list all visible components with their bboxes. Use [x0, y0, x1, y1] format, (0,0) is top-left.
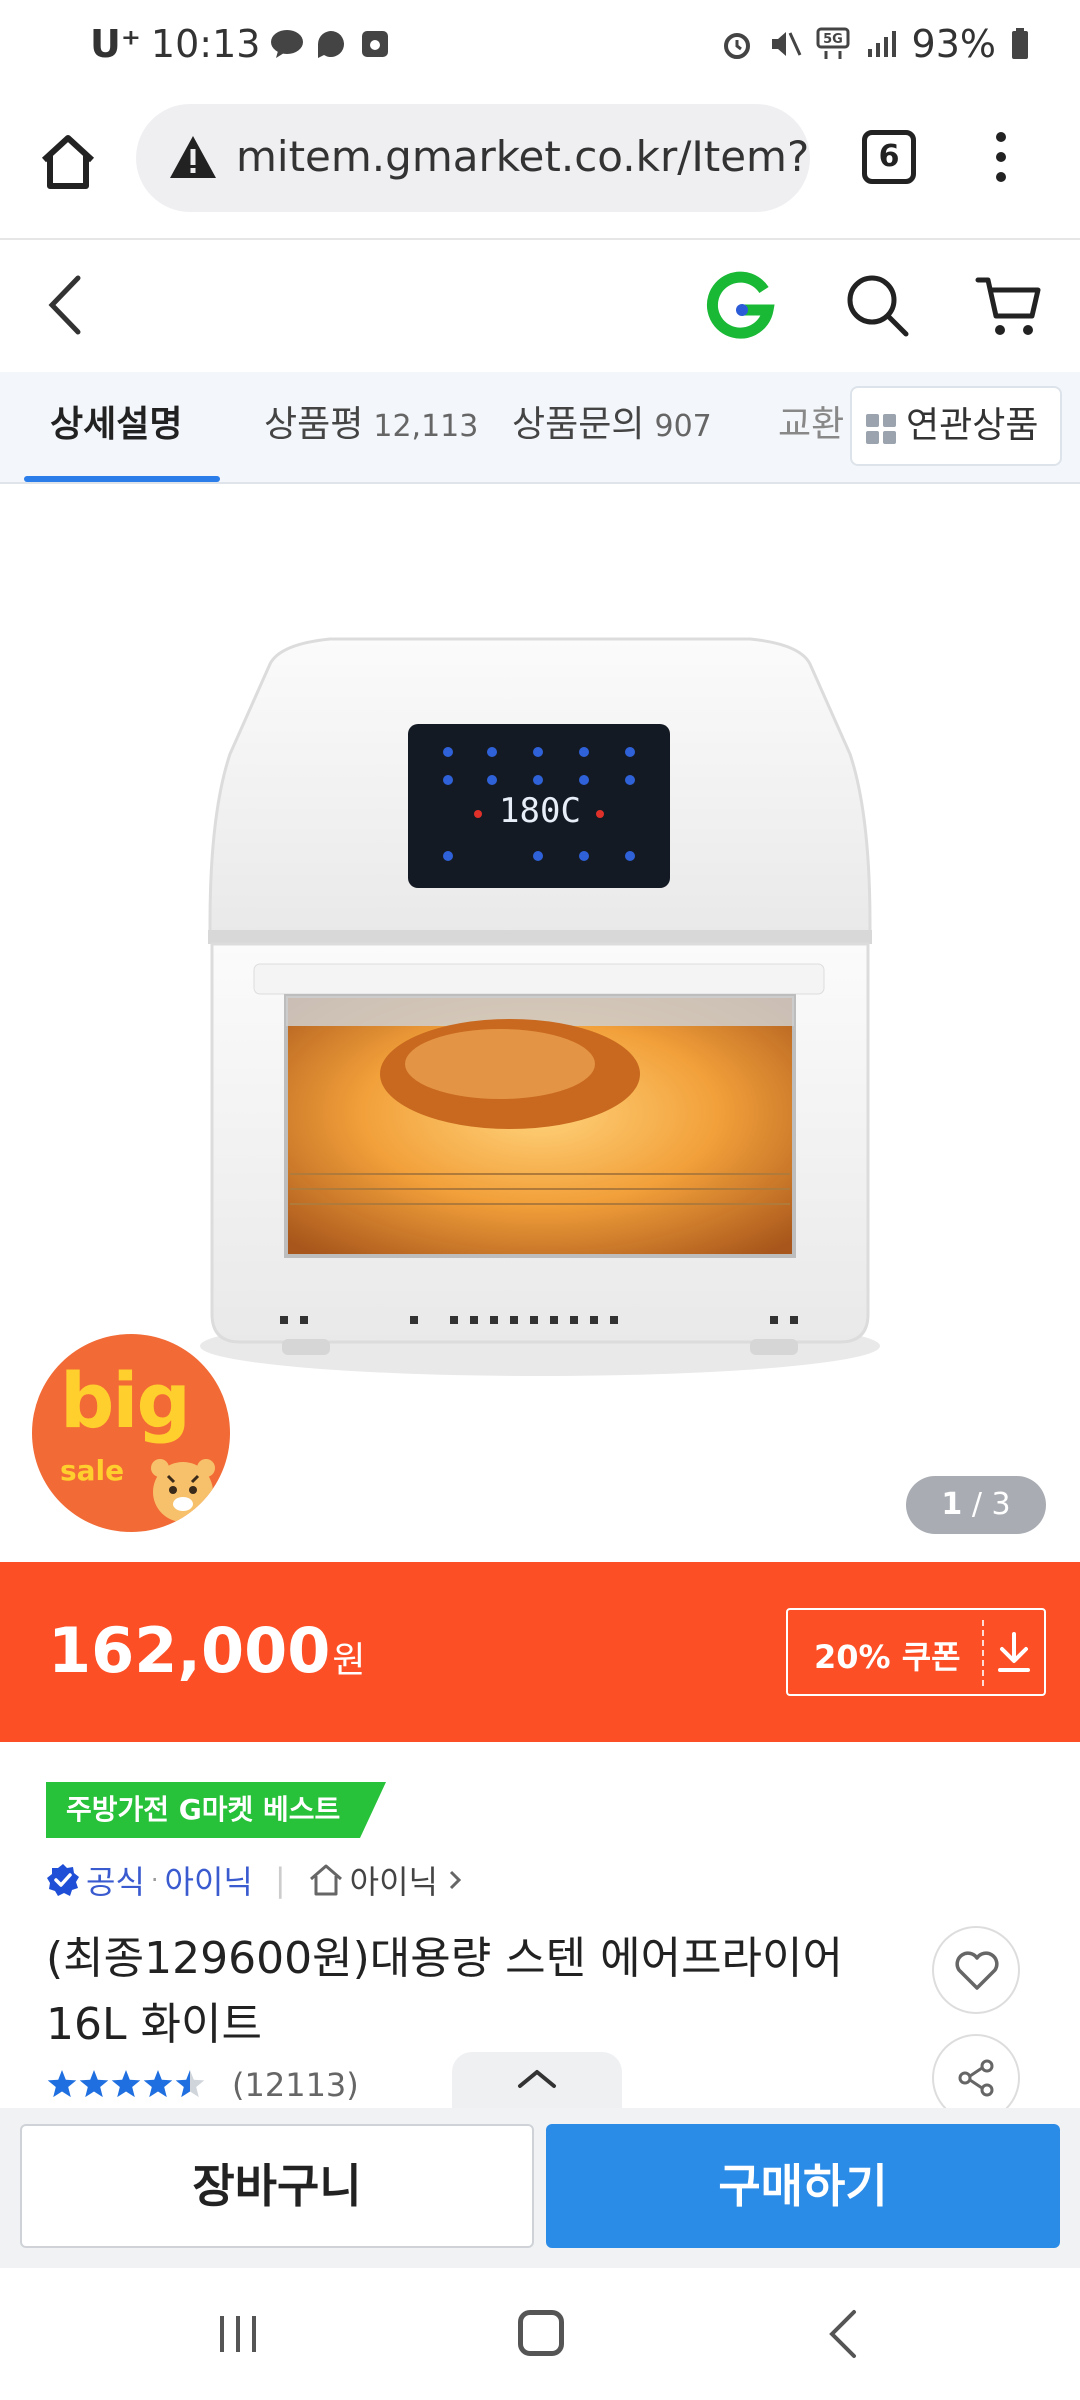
svg-text:5G: 5G — [823, 32, 843, 47]
browser-toolbar: mitem.gmarket.co.kr/Item? 6 — [0, 100, 1080, 240]
chevron-up-icon — [518, 2070, 556, 2088]
coupon-divider — [982, 1620, 984, 1686]
official-brand-link[interactable]: 아이닉 — [165, 1857, 253, 1903]
related-products-label: 연관상품 — [906, 405, 1039, 446]
price-unit: 원 — [332, 1640, 366, 1681]
address-bar[interactable]: mitem.gmarket.co.kr/Item? — [136, 104, 810, 212]
carrier-label: U⁺ — [90, 22, 141, 66]
chevron-right-icon — [449, 1870, 462, 1890]
mute-icon — [771, 32, 801, 56]
official-label: 공식 — [86, 1863, 145, 1901]
download-icon — [998, 1632, 1030, 1672]
best-badge-tail — [360, 1782, 386, 1838]
related-products-button[interactable]: 연관상품 — [850, 386, 1062, 466]
battery-percent: 93% — [911, 22, 996, 66]
tab-exchange-label: 교환 — [778, 404, 845, 445]
rating-row[interactable]: (12113) — [46, 2066, 359, 2104]
system-nav-bar — [0, 2268, 1080, 2400]
tiger-mascot-icon — [151, 1459, 215, 1522]
store-name: 아이닉 — [349, 1863, 438, 1901]
tab-review-label: 상품평 — [264, 404, 364, 445]
tab-switcher-button[interactable]: 6 — [862, 130, 916, 184]
verified-check-icon — [47, 1864, 79, 1896]
cart-icon[interactable] — [974, 270, 1044, 340]
star-icon — [47, 2070, 77, 2098]
detail-tab-bar: 상세설명 상품평 12,113 상품문의 907 교환 연관상품 — [0, 372, 1080, 484]
price-bar: 162,000원 20% 쿠폰 — [0, 1562, 1080, 1742]
wishlist-button[interactable] — [932, 1926, 1020, 2014]
back-icon[interactable] — [40, 270, 90, 340]
product-image-carousel[interactable]: 180C big sale 1 / 3 — [0, 484, 1080, 1562]
image-counter-total: 3 — [991, 1487, 1011, 1522]
review-count: 12,113 — [373, 409, 479, 444]
5g-icon: 5G — [816, 27, 850, 59]
signal-icon — [867, 31, 896, 57]
best-seller-label: 주방가전 G마켓 베스트 — [46, 1782, 361, 1838]
big-sale-badge: big sale — [32, 1334, 230, 1532]
share-icon — [958, 2059, 994, 2097]
qna-count: 907 — [654, 409, 712, 444]
tab-detail[interactable]: 상세설명 — [50, 372, 182, 482]
purchase-bar: 장바구니 구매하기 — [0, 2108, 1080, 2268]
store-house-icon — [309, 1864, 342, 1896]
star-rating — [47, 2070, 205, 2098]
search-icon[interactable] — [844, 272, 910, 338]
talk-notification-icon — [271, 30, 304, 58]
coupon-download-button[interactable]: 20% 쿠폰 — [786, 1608, 1046, 1696]
nav-back-icon[interactable] — [826, 2308, 860, 2360]
collapse-panel-button[interactable] — [452, 2052, 622, 2108]
image-counter: 1 / 3 — [906, 1476, 1046, 1534]
star-icon — [79, 2070, 109, 2098]
tab-qna[interactable]: 상품문의 907 — [512, 372, 712, 482]
star-icon — [143, 2070, 173, 2098]
store-link[interactable]: 아이닉 — [308, 1857, 462, 1903]
more-icon[interactable] — [986, 132, 1016, 192]
clock: 10:13 — [150, 22, 261, 66]
price: 162,000원 — [48, 1614, 366, 1687]
chat-notification-icon — [318, 31, 345, 58]
tab-detail-label: 상세설명 — [50, 404, 183, 445]
heart-icon — [955, 1951, 999, 1990]
calendar-notification-icon — [362, 31, 389, 57]
home-icon[interactable] — [36, 130, 100, 194]
buy-now-button[interactable]: 구매하기 — [546, 2124, 1060, 2248]
warning-icon[interactable] — [168, 134, 218, 180]
active-tab-indicator — [24, 476, 220, 482]
url-text[interactable]: mitem.gmarket.co.kr/Item? — [236, 132, 809, 181]
add-to-cart-button[interactable]: 장바구니 — [20, 2124, 534, 2248]
gmarket-logo[interactable] — [706, 270, 776, 340]
product-title: (최종129600원)대용량 스텐 에어프라이어 16L 화이트 — [46, 1933, 843, 2050]
grid-icon — [866, 414, 896, 444]
nav-home-icon[interactable] — [518, 2310, 564, 2356]
big-sale-sale-text: sale — [60, 1454, 125, 1487]
battery-icon — [1012, 28, 1028, 59]
image-counter-separator: / — [962, 1487, 992, 1522]
big-sale-big-text: big — [60, 1356, 191, 1445]
rating-count: (12113) — [232, 2066, 359, 2104]
image-counter-current: 1 — [941, 1487, 963, 1522]
divider: | — [274, 1861, 286, 1899]
seller-row: 공식 · 아이닉 | 아이닉 — [46, 1854, 462, 1906]
coupon-label: 20% 쿠폰 — [814, 1638, 961, 1676]
svg-text:180C: 180C — [499, 791, 581, 831]
tab-exchange[interactable]: 교환 — [778, 372, 844, 482]
star-icon — [111, 2070, 141, 2098]
star-icon — [175, 2070, 205, 2098]
status-bar: U⁺ 10:13 5G 93% — [0, 0, 1080, 100]
price-amount: 162,000 — [48, 1614, 331, 1687]
alarm-icon — [723, 33, 750, 59]
tab-review[interactable]: 상품평 12,113 — [264, 372, 478, 482]
separator-dot: · — [150, 1866, 159, 1894]
app-header — [0, 240, 1080, 370]
recent-apps-icon[interactable] — [216, 2312, 260, 2356]
tab-qna-label: 상품문의 — [512, 404, 645, 445]
